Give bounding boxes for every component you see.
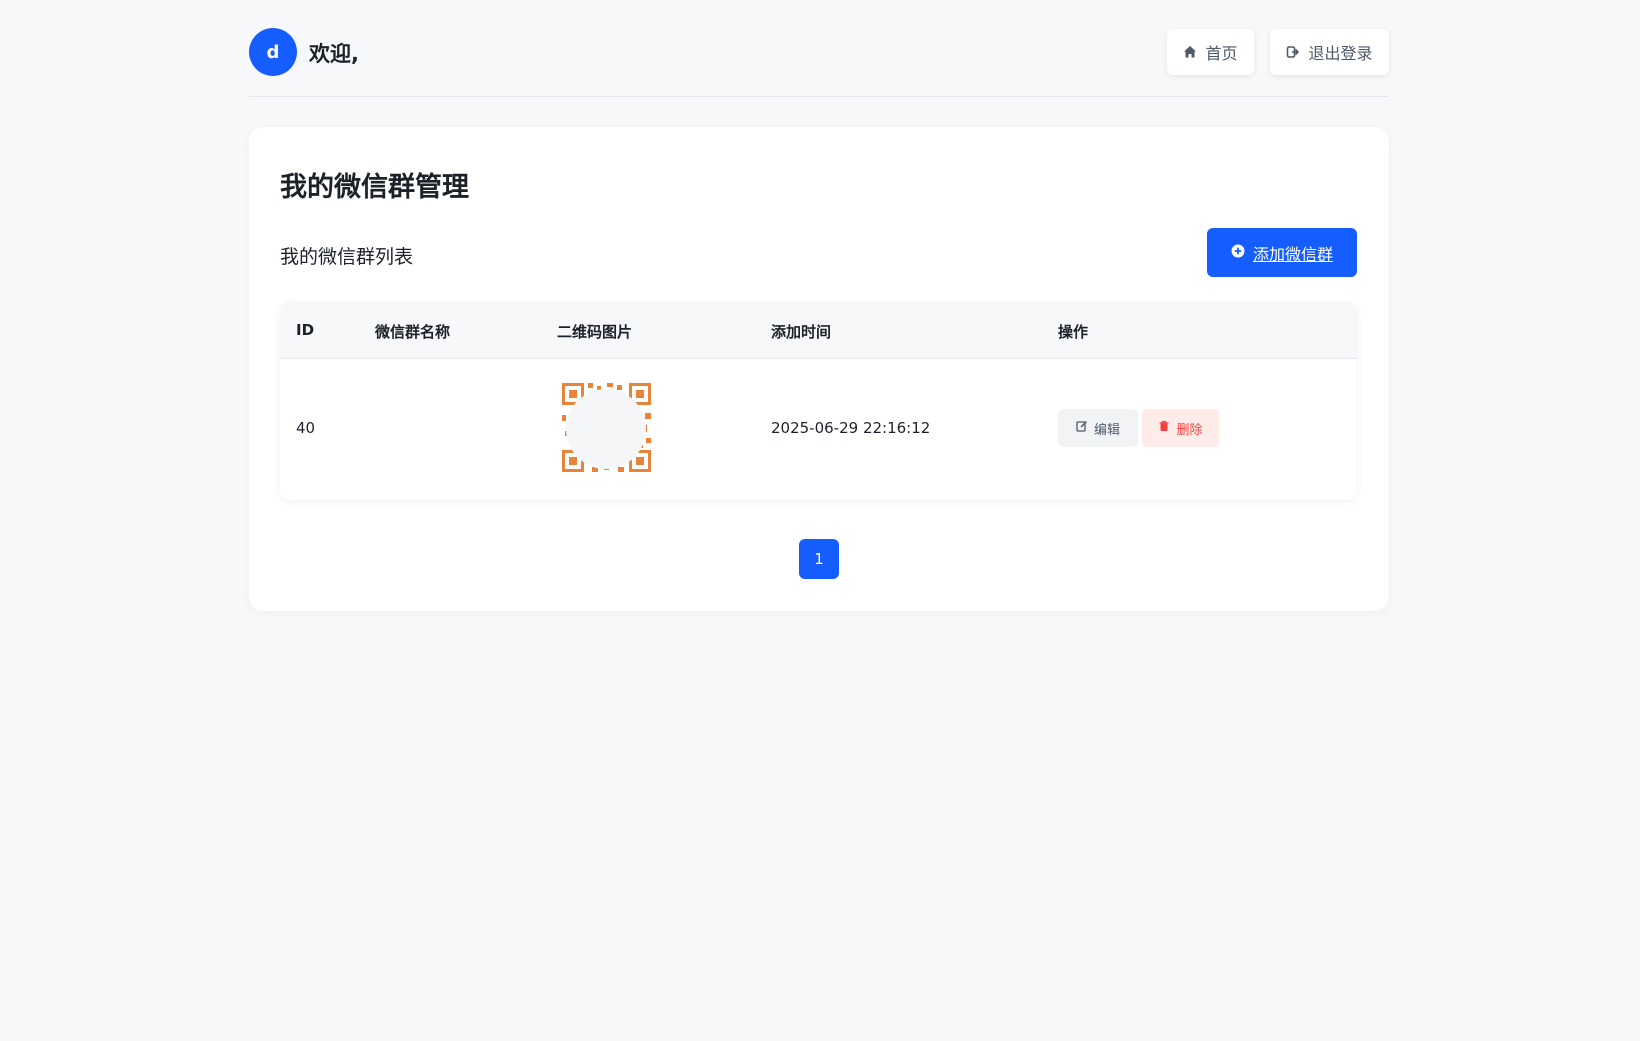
add-group-button-label: 添加微信群 [1252, 244, 1333, 264]
home-icon [1183, 45, 1197, 59]
list-title: 我的微信群列表 [280, 246, 414, 268]
logout-button[interactable]: 退出登录 [1270, 29, 1389, 75]
page-title: 我的微信群管理 [280, 172, 469, 203]
column-header-actions: 操作 [1058, 323, 1089, 341]
column-header-qr: 二维码图片 [557, 323, 633, 341]
qr-code-image[interactable] [562, 383, 651, 472]
delete-button-label: 删除 [1176, 422, 1203, 438]
sign-out-icon [1286, 45, 1300, 59]
page-container: d 欢迎, 首页 退出登录 我的微信群管理 我的微信群列表 添加微信群 ID 微… [249, 0, 1389, 611]
delete-button[interactable]: 删除 [1142, 409, 1219, 447]
avatar: d [249, 28, 297, 76]
top-bar: d 欢迎, 首页 退出登录 [249, 0, 1389, 97]
welcome-text: 欢迎, [309, 42, 359, 66]
home-button[interactable]: 首页 [1167, 29, 1254, 75]
pagination-page-1[interactable]: 1 [799, 539, 839, 579]
table-header: ID 微信群名称 二维码图片 添加时间 操作 [280, 302, 1357, 359]
table-row: 40 2025-06-29 22:16:12 编辑 删除 [280, 359, 1357, 500]
edit-icon [1076, 420, 1088, 436]
row-created-at: 2025-06-29 22:16:12 [771, 419, 931, 437]
column-header-name: 微信群名称 [375, 323, 451, 341]
row-id: 40 [296, 419, 316, 437]
column-header-time: 添加时间 [771, 323, 832, 341]
trash-icon [1158, 420, 1170, 436]
add-group-button[interactable]: 添加微信群 [1207, 228, 1357, 277]
edit-button[interactable]: 编辑 [1058, 409, 1138, 447]
group-table: ID 微信群名称 二维码图片 添加时间 操作 40 2025-06-29 22:… [280, 302, 1357, 500]
column-header-id: ID [296, 321, 315, 339]
group-management-card: 我的微信群管理 我的微信群列表 添加微信群 ID 微信群名称 二维码图片 添加时… [249, 127, 1389, 611]
plus-circle-icon [1231, 243, 1245, 262]
home-button-label: 首页 [1205, 44, 1238, 63]
edit-button-label: 编辑 [1093, 422, 1120, 438]
logout-button-label: 退出登录 [1308, 44, 1373, 63]
